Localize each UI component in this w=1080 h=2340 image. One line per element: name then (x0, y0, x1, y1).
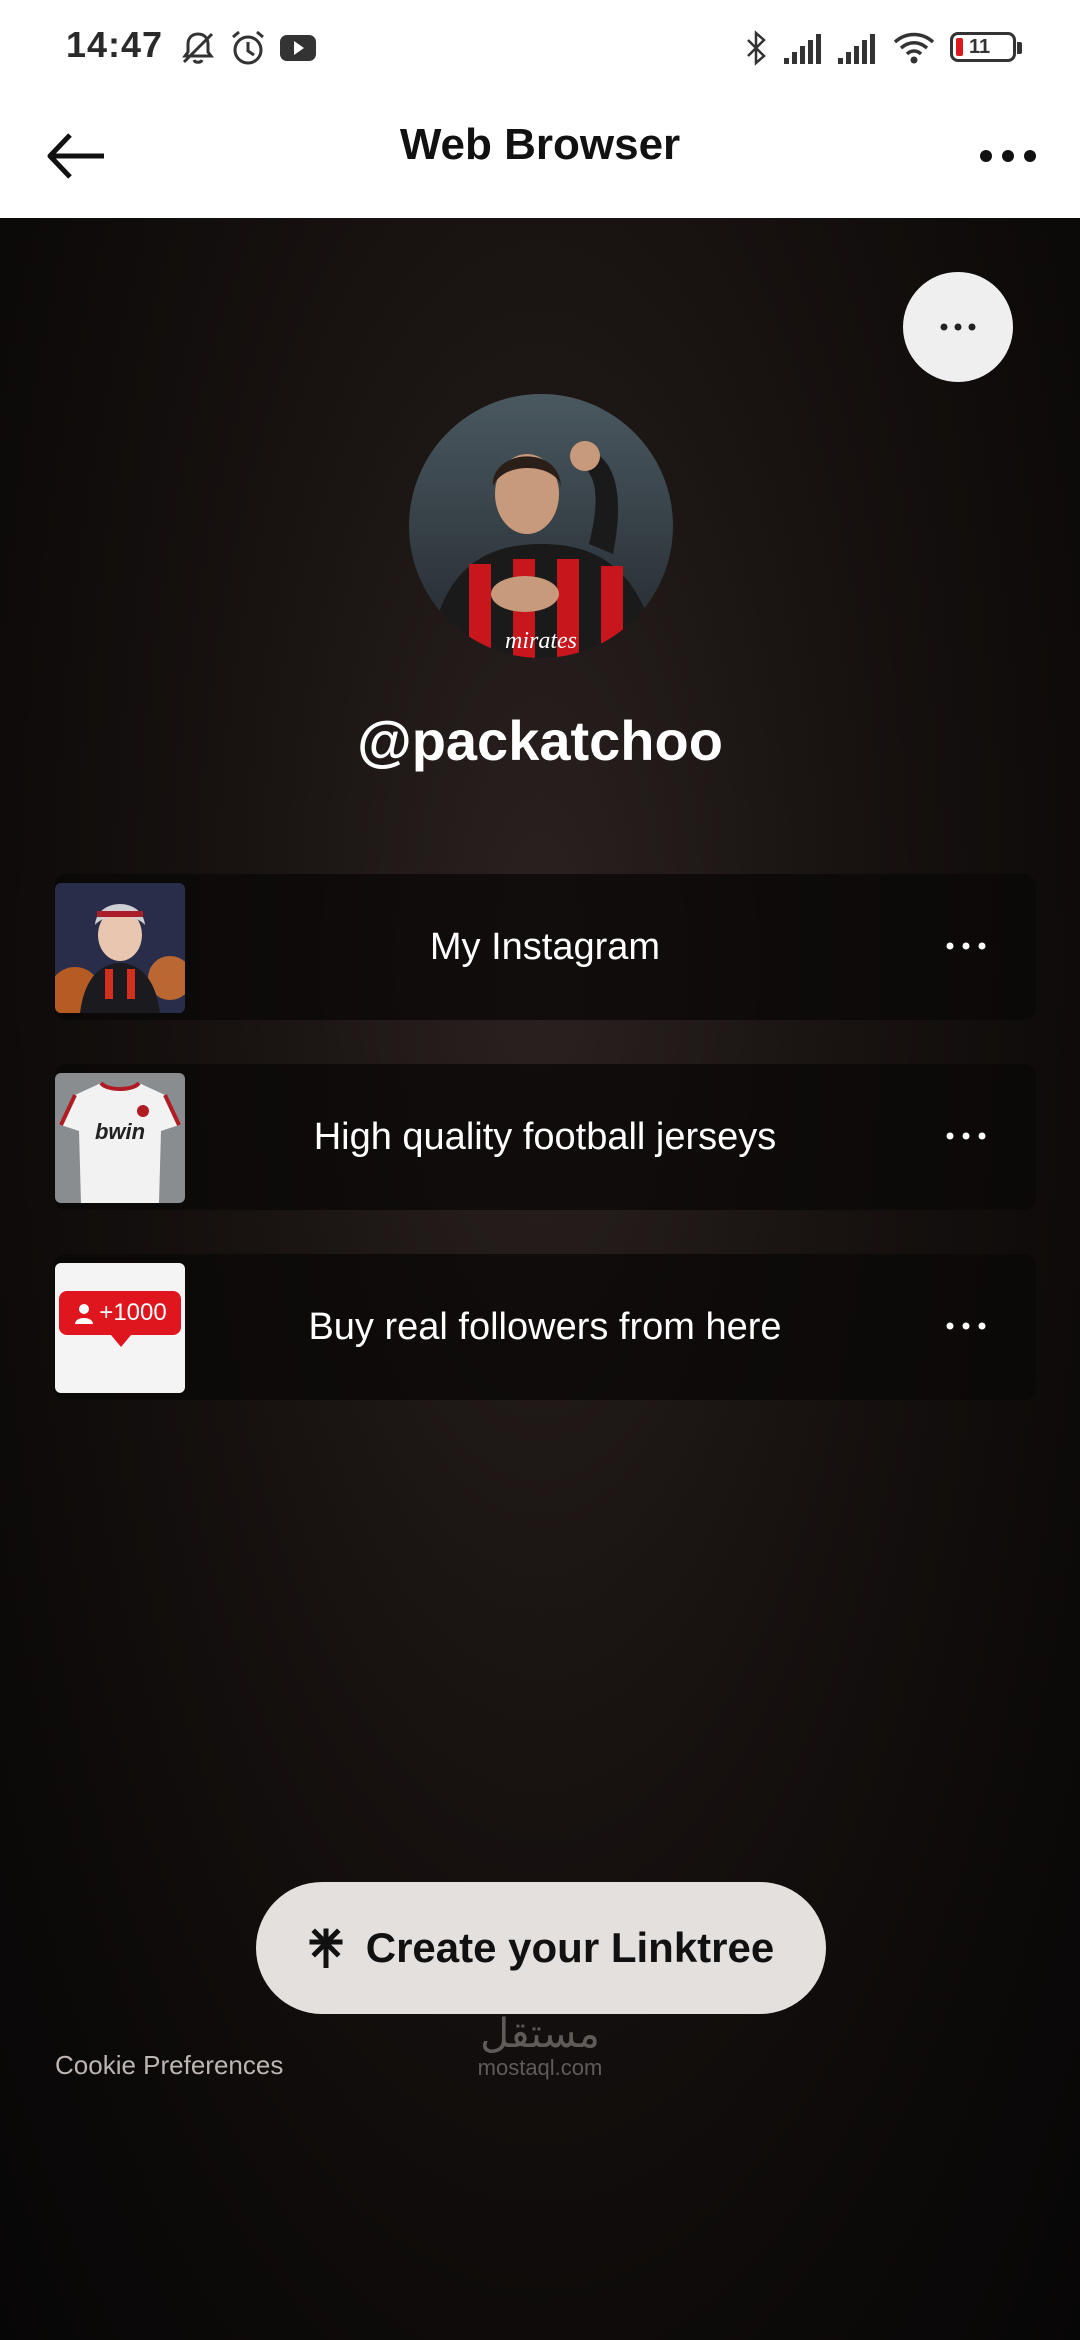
create-linktree-label: Create your Linktree (365, 1924, 775, 1971)
linktree-logo-icon (309, 1928, 343, 1968)
link-more-button[interactable] (936, 1116, 996, 1156)
avatar: mirates (409, 394, 673, 658)
followers-thumb: +1000 (55, 1263, 185, 1393)
link-card-jerseys[interactable]: bwin High quality football jerseys (54, 1064, 1036, 1210)
page-title: Web Browser (399, 120, 681, 169)
watermark-url: mostaql.com (477, 2055, 603, 2080)
profile-username: @packatchoo (357, 709, 723, 772)
avatar-photo: mirates (409, 394, 673, 658)
youtube-icon (280, 35, 316, 61)
more-horizontal-icon (946, 942, 986, 950)
share-menu-button[interactable] (903, 272, 1013, 382)
cookie-preferences-link[interactable]: Cookie Preferences (55, 2050, 283, 2081)
more-horizontal-icon (980, 150, 1036, 162)
watermark: مستقل mostaql.com (470, 2012, 610, 2080)
link-label: High quality football jerseys (313, 1116, 777, 1158)
create-linktree-button[interactable]: Create your Linktree (256, 1882, 826, 2014)
header-more-button[interactable] (972, 126, 1044, 186)
link-label: My Instagram (429, 926, 661, 968)
watermark-arabic: مستقل (480, 2011, 600, 2057)
alarm-icon (232, 30, 264, 65)
link-more-button[interactable] (936, 926, 996, 966)
followers-badge-count: +1000 (99, 1299, 167, 1326)
link-more-button[interactable] (936, 1306, 996, 1346)
signal-icon (784, 34, 821, 64)
more-horizontal-icon (940, 323, 976, 331)
anime-character-thumb (55, 883, 185, 1013)
status-time: 14:47 (66, 24, 164, 65)
svg-text:bwin: bwin (95, 1119, 145, 1144)
user-icon (75, 1304, 94, 1324)
more-horizontal-icon (946, 1322, 986, 1330)
bell-off-icon (182, 32, 214, 64)
battery-level: 11 (969, 36, 991, 58)
bluetooth-icon (747, 30, 766, 66)
link-card-instagram[interactable]: My Instagram (54, 874, 1036, 1020)
link-card-followers[interactable]: +1000 Buy real followers from here (54, 1254, 1036, 1400)
wifi-icon (893, 32, 935, 64)
status-bar: 14:47 11 (0, 0, 1080, 90)
followers-badge: +1000 (59, 1291, 181, 1335)
more-horizontal-icon (946, 1132, 986, 1140)
link-label: Buy real followers from here (308, 1306, 782, 1348)
battery-icon: 11 (950, 32, 1022, 62)
app-header: Web Browser (0, 90, 1080, 218)
signal-icon-2 (838, 34, 875, 64)
jersey-thumb: bwin (55, 1073, 185, 1203)
svg-text:mirates: mirates (505, 628, 577, 654)
